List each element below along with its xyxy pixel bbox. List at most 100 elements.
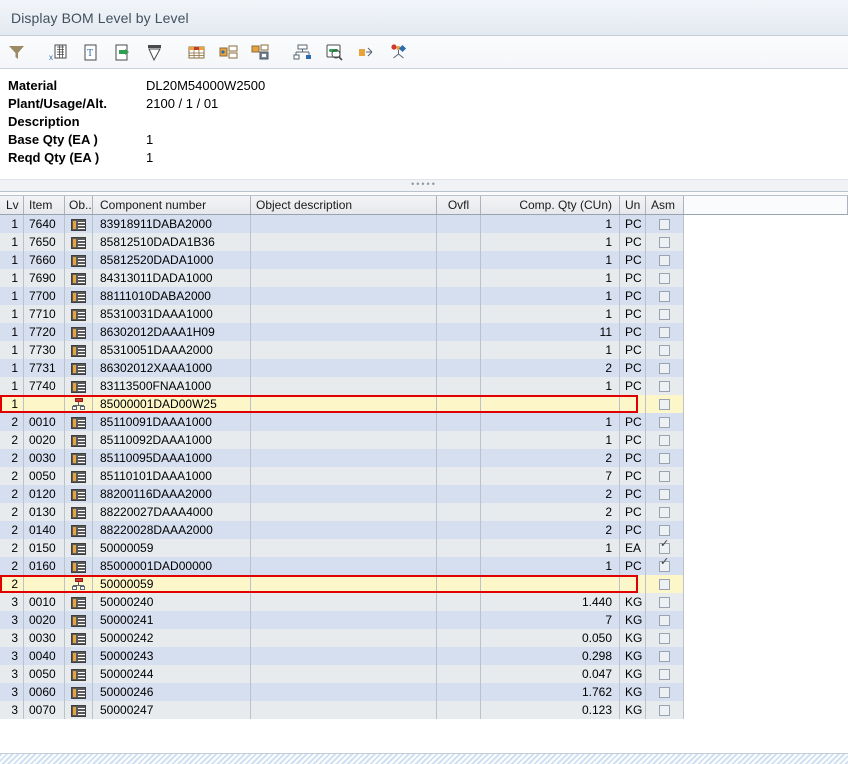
- cell-un: PC: [620, 233, 646, 251]
- table-row-highlighted[interactable]: 2 50000059: [0, 575, 848, 593]
- table-row[interactable]: 3 0070 50000247 0.123 KG: [0, 701, 848, 719]
- asm-checkbox[interactable]: [659, 539, 670, 554]
- cell-filler: [684, 485, 848, 503]
- asm-checkbox[interactable]: [659, 219, 670, 230]
- asm-checkbox[interactable]: [659, 363, 670, 374]
- table-row[interactable]: 2 0140 88220028DAAA2000 2 PC: [0, 521, 848, 539]
- table-row-highlighted[interactable]: 1 85000001DAD00W25: [0, 395, 848, 413]
- table-row[interactable]: 3 0020 50000241 7 KG: [0, 611, 848, 629]
- asm-checkbox[interactable]: [659, 557, 670, 572]
- table-row[interactable]: 1 7640 83918911DABA2000 1 PC: [0, 215, 848, 233]
- table-row[interactable]: 3 0030 50000242 0.050 KG: [0, 629, 848, 647]
- cell-filler: [684, 647, 848, 665]
- asm-checkbox[interactable]: [659, 381, 670, 392]
- asm-checkbox[interactable]: [659, 597, 670, 608]
- table-row[interactable]: 1 7730 85310051DAAA2000 1 PC: [0, 341, 848, 359]
- cell-un: PC: [620, 287, 646, 305]
- cell-component-number: 85310051DAAA2000: [93, 341, 251, 359]
- cell-comp-qty: 0.047: [481, 665, 620, 683]
- horizontal-scrollbar[interactable]: [0, 753, 848, 764]
- table-row[interactable]: 1 7720 86302012DAAA1H09 11 PC: [0, 323, 848, 341]
- table-row[interactable]: 2 0120 88200116DAAA2000 2 PC: [0, 485, 848, 503]
- asm-checkbox[interactable]: [659, 705, 670, 716]
- table-row[interactable]: 1 7710 85310031DAAA1000 1 PC: [0, 305, 848, 323]
- table-row[interactable]: 2 0010 85110091DAAA1000 1 PC: [0, 413, 848, 431]
- asm-checkbox[interactable]: [659, 327, 670, 338]
- save-layout-icon[interactable]: [244, 37, 276, 67]
- cell-ovfl: [437, 665, 481, 683]
- display-details-icon[interactable]: [318, 37, 350, 67]
- header-label-description: Description: [8, 114, 80, 129]
- table-row[interactable]: 3 0050 50000244 0.047 KG: [0, 665, 848, 683]
- print-preview-icon[interactable]: [138, 37, 170, 67]
- cell-asm: [646, 629, 684, 647]
- table-row[interactable]: 1 7740 83113500FNAA1000 1 PC: [0, 377, 848, 395]
- column-header-ovfl[interactable]: Ovfl: [437, 196, 481, 214]
- column-header-object-description[interactable]: Object description: [251, 196, 437, 214]
- cell-object-description: [251, 539, 437, 557]
- asm-checkbox[interactable]: [659, 345, 670, 356]
- cell-lv: 2: [0, 467, 24, 485]
- table-row[interactable]: 2 0050 85110101DAAA1000 7 PC: [0, 467, 848, 485]
- grid-header-row: Lv Item Ob... Component number Object de…: [0, 196, 848, 215]
- table-row[interactable]: 2 0130 88220027DAAA4000 2 PC: [0, 503, 848, 521]
- column-header-un[interactable]: Un: [620, 196, 646, 214]
- cell-ovfl: [437, 575, 481, 593]
- asm-checkbox[interactable]: [659, 417, 670, 428]
- asm-checkbox[interactable]: [659, 237, 670, 248]
- header-value-plant-usage-alt: 2100 / 1 / 01: [146, 96, 219, 111]
- cell-item: 7731: [24, 359, 65, 377]
- asm-checkbox[interactable]: [659, 489, 670, 500]
- asm-checkbox[interactable]: [659, 525, 670, 536]
- asm-checkbox[interactable]: [659, 633, 670, 644]
- asm-checkbox[interactable]: [659, 435, 670, 446]
- table-row[interactable]: 3 0060 50000246 1.762 KG: [0, 683, 848, 701]
- panel-splitter[interactable]: •••••: [0, 179, 848, 191]
- asm-checkbox[interactable]: [659, 399, 670, 410]
- asm-checkbox[interactable]: [659, 579, 670, 590]
- cell-filler: [684, 305, 848, 323]
- document-icon: [71, 345, 86, 357]
- table-row[interactable]: 3 0010 50000240 1.440 KG: [0, 593, 848, 611]
- asm-checkbox[interactable]: [659, 507, 670, 518]
- column-header-comp-qty[interactable]: Comp. Qty (CUn): [481, 196, 620, 214]
- table-row[interactable]: 2 0030 85110095DAAA1000 2 PC: [0, 449, 848, 467]
- table-row[interactable]: 1 7650 85812510DADA1B36 1 PC: [0, 233, 848, 251]
- asm-checkbox[interactable]: [659, 309, 670, 320]
- table-row[interactable]: 2 0020 85110092DAAA1000 1 PC: [0, 431, 848, 449]
- cell-filler: [684, 449, 848, 467]
- table-row[interactable]: 1 7690 84313011DADA1000 1 PC: [0, 269, 848, 287]
- column-header-lv[interactable]: Lv: [0, 196, 24, 214]
- column-header-asm[interactable]: Asm: [646, 196, 684, 214]
- cell-asm: [646, 575, 684, 593]
- change-layout-icon[interactable]: [212, 37, 244, 67]
- asm-checkbox[interactable]: [659, 687, 670, 698]
- table-row[interactable]: 2 0160 85000001DAD00000 1 PC: [0, 557, 848, 575]
- asm-checkbox[interactable]: [659, 669, 670, 680]
- export-local-file-icon[interactable]: [106, 37, 138, 67]
- asm-checkbox[interactable]: [659, 291, 670, 302]
- filter-icon[interactable]: [0, 37, 32, 67]
- column-header-component-number[interactable]: Component number: [93, 196, 251, 214]
- where-used-icon[interactable]: [350, 37, 382, 67]
- table-row[interactable]: 1 7660 85812520DADA1000 1 PC: [0, 251, 848, 269]
- table-layout-icon[interactable]: [180, 37, 212, 67]
- cell-component-number: 50000247: [93, 701, 251, 719]
- asm-checkbox[interactable]: [659, 651, 670, 662]
- variant-icon[interactable]: [382, 37, 414, 67]
- spreadsheet-icon[interactable]: x: [42, 37, 74, 67]
- hierarchy-icon[interactable]: [286, 37, 318, 67]
- asm-checkbox[interactable]: [659, 273, 670, 284]
- column-header-object-type[interactable]: Ob...: [65, 196, 93, 214]
- table-row[interactable]: 1 7731 86302012XAAA1000 2 PC: [0, 359, 848, 377]
- table-row[interactable]: 1 7700 88111010DABA2000 1 PC: [0, 287, 848, 305]
- asm-checkbox[interactable]: [659, 471, 670, 482]
- asm-checkbox[interactable]: [659, 453, 670, 464]
- cell-asm: [646, 539, 684, 557]
- text-document-icon[interactable]: T: [74, 37, 106, 67]
- asm-checkbox[interactable]: [659, 255, 670, 266]
- table-row[interactable]: 2 0150 50000059 1 EA: [0, 539, 848, 557]
- table-row[interactable]: 3 0040 50000243 0.298 KG: [0, 647, 848, 665]
- column-header-item[interactable]: Item: [24, 196, 65, 214]
- asm-checkbox[interactable]: [659, 615, 670, 626]
